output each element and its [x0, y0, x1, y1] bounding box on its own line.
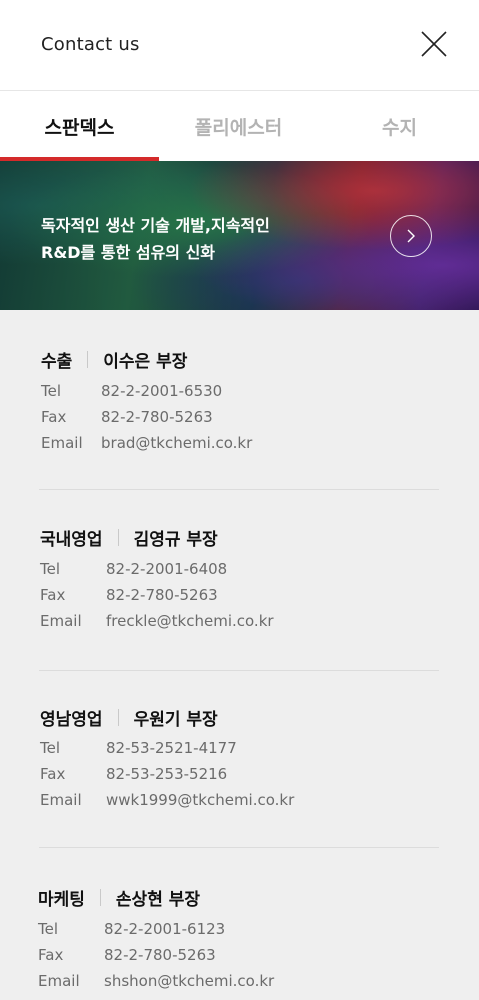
department-name: 마케팅: [38, 889, 85, 910]
banner-line-1: 독자적인 생산 기술 개발,지속적인: [41, 216, 270, 235]
tel-label: Tel: [41, 382, 62, 400]
tel-value[interactable]: 82-53-2521-4177: [106, 739, 237, 757]
banner-text: 독자적인 생산 기술 개발,지속적인 R&D를 통한 섬유의 신화: [41, 212, 301, 266]
tab-polyester[interactable]: 폴리에스터: [159, 91, 318, 161]
fax-value: 82-2-780-5263: [104, 946, 216, 964]
department-name: 수출: [41, 351, 73, 372]
divider-bar: [87, 350, 89, 368]
tel-row: Tel 82-2-2001-6123: [38, 916, 438, 942]
tel-row: Tel 82-2-2001-6530: [41, 378, 441, 404]
tab-resin[interactable]: 수지: [320, 91, 479, 161]
fax-row: Fax 82-53-253-5216: [40, 761, 440, 787]
email-value[interactable]: freckle@tkchemi.co.kr: [106, 612, 274, 630]
tel-value[interactable]: 82-2-2001-6123: [104, 920, 225, 938]
person-name: 손상현 부장: [115, 889, 201, 910]
page-title: Contact us: [41, 34, 140, 55]
tab-bar: 스판덱스 폴리에스터 수지: [0, 91, 479, 161]
email-row: Email freckle@tkchemi.co.kr: [40, 608, 440, 634]
close-icon[interactable]: [420, 30, 448, 58]
tel-label: Tel: [40, 739, 61, 757]
fax-label: Fax: [41, 408, 67, 426]
header: Contact us: [0, 0, 479, 91]
email-label: Email: [41, 434, 83, 452]
department-name: 국내영업: [40, 529, 103, 550]
email-row: Email wwk1999@tkchemi.co.kr: [40, 787, 440, 813]
section-divider: [39, 670, 439, 671]
tel-row: Tel 82-2-2001-6408: [40, 556, 440, 582]
fax-value: 82-2-780-5263: [101, 408, 213, 426]
section-divider: [39, 489, 439, 490]
divider-bar: [117, 528, 119, 546]
hero-banner: 독자적인 생산 기술 개발,지속적인 R&D를 통한 섬유의 신화: [0, 161, 479, 310]
fax-row: Fax 82-2-780-5263: [40, 582, 440, 608]
fax-value: 82-2-780-5263: [106, 586, 218, 604]
email-label: Email: [40, 612, 82, 630]
contact-card-export: 수출 이수은 부장 Tel 82-2-2001-6530 Fax 82-2-78…: [41, 347, 441, 456]
fax-label: Fax: [40, 765, 66, 783]
banner-next-button[interactable]: [390, 215, 432, 257]
email-value[interactable]: shshon@tkchemi.co.kr: [104, 972, 274, 990]
email-value[interactable]: brad@tkchemi.co.kr: [101, 434, 252, 452]
fax-label: Fax: [38, 946, 64, 964]
banner-line-2: R&D를 통한 섬유의 신화: [41, 243, 216, 262]
person-name: 이수은 부장: [103, 351, 188, 372]
person-name: 김영규 부장: [133, 529, 218, 550]
email-value[interactable]: wwk1999@tkchemi.co.kr: [106, 791, 294, 809]
tab-spandex[interactable]: 스판덱스: [0, 91, 159, 161]
fax-label: Fax: [40, 586, 66, 604]
email-label: Email: [38, 972, 80, 990]
tel-row: Tel 82-53-2521-4177: [40, 735, 440, 761]
divider-bar: [117, 708, 119, 726]
fax-row: Fax 82-2-780-5263: [41, 404, 441, 430]
section-divider: [39, 847, 439, 848]
tel-value[interactable]: 82-2-2001-6408: [106, 560, 227, 578]
fax-value: 82-53-253-5216: [106, 765, 228, 783]
contact-card-yeongnam-sales: 영남영업 우원기 부장 Tel 82-53-2521-4177 Fax 82-5…: [40, 705, 440, 813]
email-row: Email shshon@tkchemi.co.kr: [38, 968, 438, 994]
chevron-right-icon: [407, 229, 415, 243]
tel-label: Tel: [38, 920, 59, 938]
department-name: 영남영업: [40, 709, 103, 730]
email-row: Email brad@tkchemi.co.kr: [41, 430, 441, 456]
tel-value[interactable]: 82-2-2001-6530: [101, 382, 222, 400]
person-name: 우원기 부장: [133, 709, 218, 730]
contact-card-domestic-sales: 국내영업 김영규 부장 Tel 82-2-2001-6408 Fax 82-2-…: [40, 525, 440, 634]
divider-bar: [99, 888, 101, 906]
tel-label: Tel: [40, 560, 61, 578]
email-label: Email: [40, 791, 82, 809]
contact-card-marketing: 마케팅 손상현 부장 Tel 82-2-2001-6123 Fax 82-2-7…: [38, 885, 438, 994]
fax-row: Fax 82-2-780-5263: [38, 942, 438, 968]
